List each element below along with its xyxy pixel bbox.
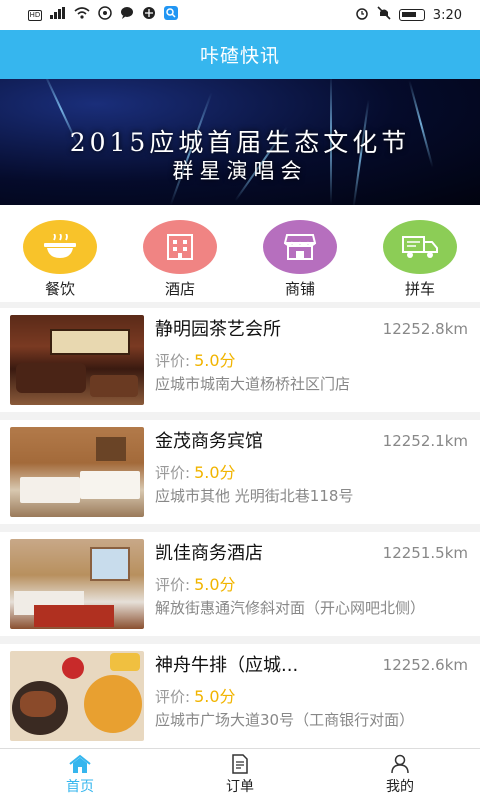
listing-rating: 评价: 5.0分 bbox=[155, 347, 470, 371]
listing-photo bbox=[10, 539, 144, 629]
user-icon bbox=[391, 754, 409, 773]
rating-score: 5.0分 bbox=[194, 351, 236, 370]
listing-address: 应城市城南大道杨桥社区门店 bbox=[155, 375, 351, 393]
shop-icon bbox=[284, 234, 316, 260]
banner[interactable]: 2015应城首届生态文化节 群星演唱会 bbox=[0, 79, 480, 205]
home-icon bbox=[69, 754, 91, 773]
order-icon bbox=[232, 753, 248, 774]
bottom-tab-bar: 首页 订单 我的 bbox=[0, 748, 480, 800]
category-shop-circle bbox=[263, 220, 337, 274]
listing-distance: 12252.8km bbox=[382, 320, 468, 338]
category-carpool[interactable]: 拼车 bbox=[375, 220, 465, 299]
rating-score: 5.0分 bbox=[194, 687, 236, 706]
mute-icon bbox=[377, 6, 391, 24]
tab-home[interactable]: 首页 bbox=[0, 749, 160, 800]
category-food-circle bbox=[23, 220, 97, 274]
category-label: 餐饮 bbox=[44, 280, 75, 298]
list-item[interactable]: 神舟牛排（应城... 12252.6km 评价: 5.0分 应城市广场大道30号（… bbox=[0, 644, 480, 748]
listing-photo bbox=[10, 427, 144, 517]
category-shop[interactable]: 商铺 bbox=[255, 220, 345, 299]
listing-rating: 评价: 5.0分 bbox=[155, 459, 470, 483]
listing-distance: 12251.5km bbox=[382, 544, 468, 562]
app-header: 咔碴快讯 bbox=[0, 30, 480, 79]
battery-icon bbox=[398, 9, 425, 21]
list-item[interactable]: 静明园茶艺会所 12252.8km 评价: 5.0分 应城市城南大道杨桥社区门店 bbox=[0, 308, 480, 412]
hotel-building-icon bbox=[167, 234, 193, 260]
tab-mine[interactable]: 我的 bbox=[320, 749, 480, 800]
list-item[interactable]: 凯佳商务酒店 12251.5km 评价: 5.0分 解放街惠通汽修斜对面（开心网吧… bbox=[0, 532, 480, 636]
banner-subtitle: 群星演唱会 bbox=[172, 159, 308, 183]
banner-title: 2015应城首届生态文化节 bbox=[69, 128, 411, 157]
rating-score: 5.0分 bbox=[194, 463, 236, 482]
alarm-icon bbox=[355, 6, 369, 24]
listing-rating: 评价: 5.0分 bbox=[155, 683, 470, 707]
browser-icon bbox=[142, 6, 156, 24]
category-label: 商铺 bbox=[284, 280, 315, 298]
listing-name: 静明园茶艺会所 bbox=[155, 319, 281, 340]
app-notification-icon bbox=[98, 6, 112, 24]
truck-icon bbox=[402, 236, 438, 258]
status-bar: HD 3:20 bbox=[0, 0, 480, 30]
category-carpool-circle bbox=[383, 220, 457, 274]
category-label: 拼车 bbox=[404, 280, 435, 298]
rating-label: 评价: bbox=[155, 352, 191, 370]
listing-distance: 12252.1km bbox=[382, 432, 468, 450]
tab-label: 首页 bbox=[66, 778, 94, 795]
listing-name: 金茂商务宾馆 bbox=[155, 431, 263, 452]
search-app-icon bbox=[164, 6, 178, 24]
message-icon bbox=[120, 6, 134, 24]
clock: 3:20 bbox=[432, 7, 462, 23]
category-food[interactable]: 餐饮 bbox=[15, 220, 105, 299]
listing-distance: 12252.6km bbox=[382, 656, 468, 674]
rating-label: 评价: bbox=[155, 464, 191, 482]
tab-orders[interactable]: 订单 bbox=[160, 749, 320, 800]
listing-address: 解放街惠通汽修斜对面（开心网吧北侧） bbox=[155, 599, 426, 617]
category-bar: 餐饮 酒店 商铺 拼车 bbox=[0, 205, 480, 302]
rating-score: 5.0分 bbox=[194, 575, 236, 594]
category-label: 酒店 bbox=[164, 280, 195, 298]
rating-label: 评价: bbox=[155, 688, 191, 706]
listing-photo bbox=[10, 315, 144, 405]
listing-address: 应城市其他 光明街北巷118号 bbox=[155, 487, 354, 505]
listing-photo bbox=[10, 651, 144, 741]
tab-label: 订单 bbox=[226, 778, 254, 795]
category-hotel[interactable]: 酒店 bbox=[135, 220, 225, 299]
category-hotel-circle bbox=[143, 220, 217, 274]
page-title: 咔碴快讯 bbox=[199, 45, 280, 67]
wifi-icon bbox=[74, 7, 90, 23]
listing-rating: 评价: 5.0分 bbox=[155, 571, 470, 595]
tab-label: 我的 bbox=[386, 778, 414, 795]
listing-list: 静明园茶艺会所 12252.8km 评价: 5.0分 应城市城南大道杨桥社区门店 … bbox=[0, 308, 480, 748]
list-item[interactable]: 金茂商务宾馆 12252.1km 评价: 5.0分 应城市其他 光明街北巷118号 bbox=[0, 420, 480, 524]
listing-name: 神舟牛排（应城... bbox=[155, 655, 299, 676]
listing-name: 凯佳商务酒店 bbox=[155, 543, 263, 564]
signal-icon bbox=[50, 7, 66, 23]
rating-label: 评价: bbox=[155, 576, 191, 594]
listing-address: 应城市广场大道30号（工商银行对面） bbox=[155, 711, 415, 729]
hd-icon: HD bbox=[28, 9, 42, 21]
food-bowl-icon bbox=[44, 234, 76, 258]
